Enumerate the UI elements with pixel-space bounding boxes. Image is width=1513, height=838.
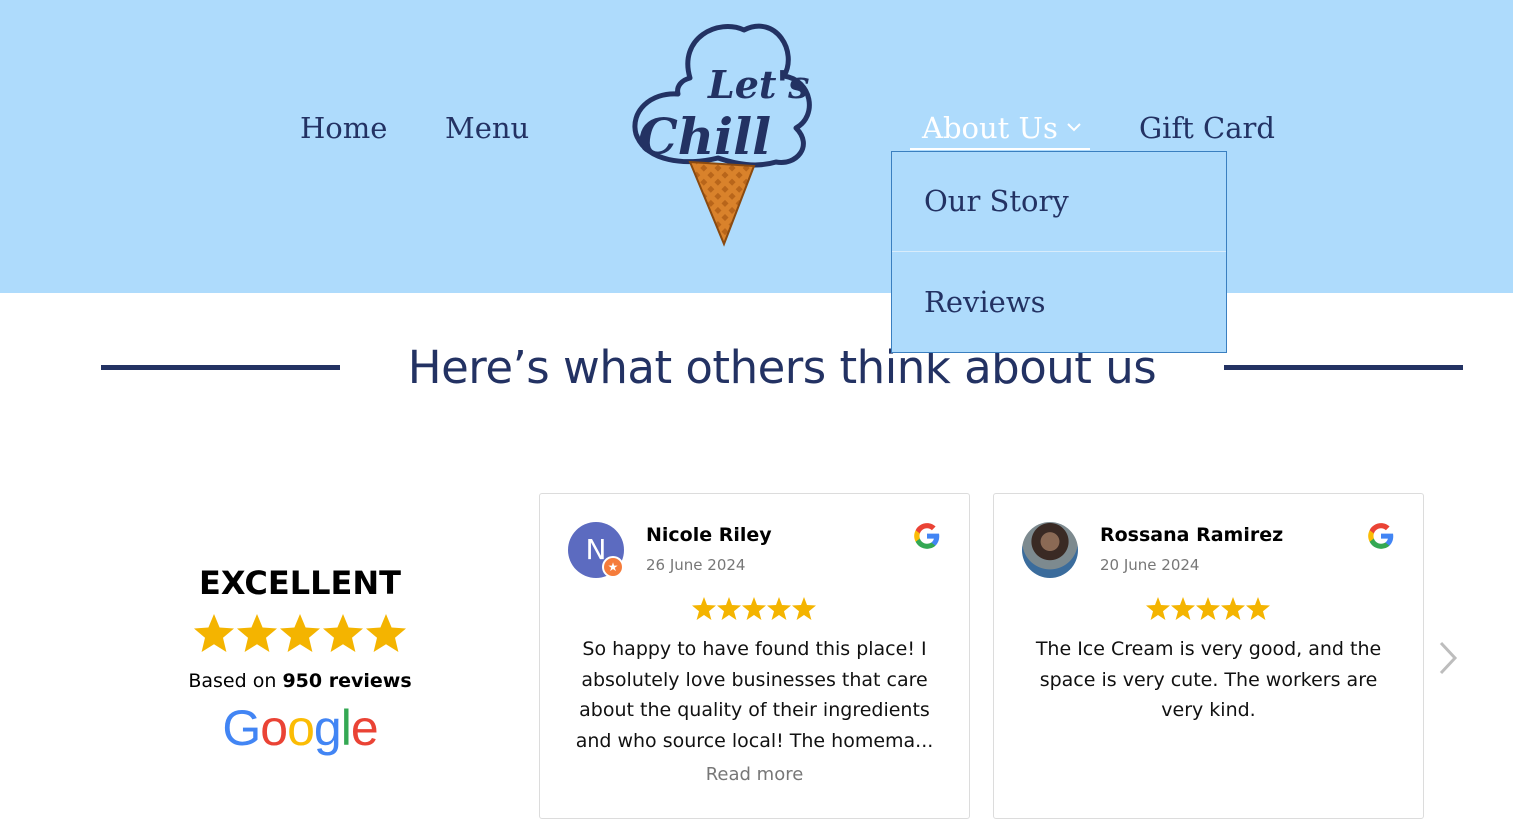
star-icon <box>194 614 234 652</box>
reviewer-name[interactable]: Nicole Riley <box>646 524 772 546</box>
star-icon <box>366 614 406 652</box>
nav-home[interactable]: Home <box>300 108 387 148</box>
summary-stars <box>194 614 406 652</box>
star-icon <box>717 597 741 620</box>
svg-text:Let's: Let's <box>707 62 809 107</box>
review-count: 950 reviews <box>282 670 412 692</box>
nav-menu[interactable]: Menu <box>445 108 529 148</box>
chevron-down-icon <box>1067 123 1081 132</box>
review-card: N ★ Nicole Riley 26 June 2024 So happy t… <box>539 493 970 819</box>
lets-chill-logo[interactable]: Let's Chill <box>626 16 822 250</box>
review-text: The Ice Cream is very good, and the spac… <box>1035 638 1382 721</box>
review-date: 20 June 2024 <box>1100 556 1200 574</box>
avatar: N ★ <box>568 522 624 578</box>
star-icon <box>1146 597 1170 620</box>
review-card: Rossana Ramirez 20 June 2024 The Ice Cre… <box>993 493 1424 819</box>
chevron-right-icon[interactable] <box>1436 640 1460 676</box>
star-icon <box>237 614 277 652</box>
reviewer-name[interactable]: Rossana Ramirez <box>1100 524 1283 546</box>
nav-about-us[interactable]: About Us <box>910 108 1090 150</box>
heading-rule-right <box>1224 365 1463 370</box>
review-count-text: Based on 950 reviews <box>150 667 450 695</box>
google-g-icon <box>1368 523 1394 549</box>
star-icon <box>1171 597 1195 620</box>
local-guide-badge-icon: ★ <box>602 556 624 578</box>
review-stars <box>692 597 816 620</box>
star-icon <box>280 614 320 652</box>
rating-word: EXCELLENT <box>199 564 401 602</box>
star-icon <box>1196 597 1220 620</box>
star-icon <box>767 597 791 620</box>
review-date: 26 June 2024 <box>646 556 746 574</box>
avatar <box>1022 522 1078 578</box>
star-icon <box>742 597 766 620</box>
google-logo[interactable]: Google <box>150 701 450 755</box>
about-dropdown-menu: Our Story Reviews <box>891 151 1227 353</box>
review-text: So happy to have found this place! I abs… <box>575 638 934 752</box>
heading-rule-left <box>101 365 340 370</box>
nav-gift-card[interactable]: Gift Card <box>1139 108 1275 148</box>
dropdown-item-our-story[interactable]: Our Story <box>892 152 1226 252</box>
review-stars <box>1146 597 1270 620</box>
based-on-label: Based on <box>188 670 277 692</box>
nav-about-label: About Us <box>922 111 1058 145</box>
star-icon <box>792 597 816 620</box>
star-icon <box>1246 597 1270 620</box>
star-icon <box>1221 597 1245 620</box>
read-more-link[interactable]: Read more <box>540 764 969 785</box>
rating-summary: EXCELLENT Based on 950 reviews Google <box>150 560 450 755</box>
google-g-icon <box>914 523 940 549</box>
star-icon <box>692 597 716 620</box>
svg-text:Chill: Chill <box>638 107 771 166</box>
dropdown-item-reviews[interactable]: Reviews <box>892 253 1226 353</box>
star-icon <box>323 614 363 652</box>
